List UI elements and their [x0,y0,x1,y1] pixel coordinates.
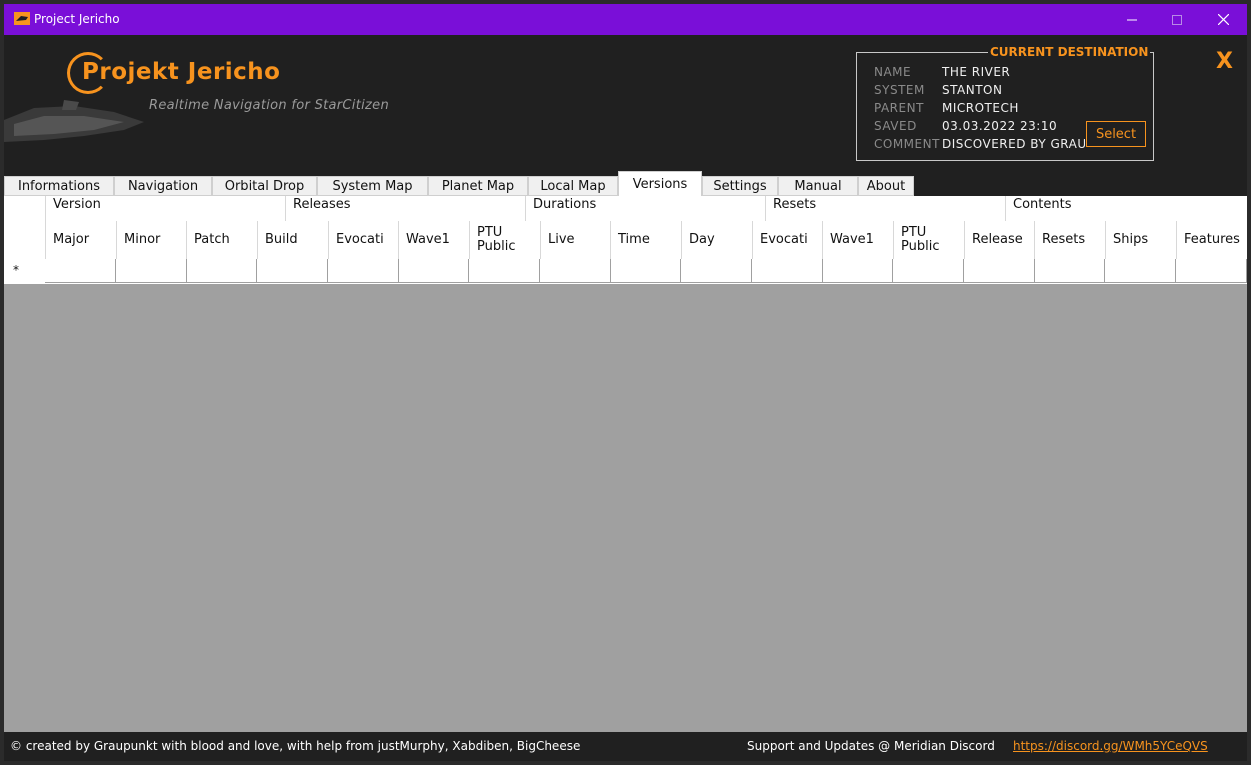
grid-cell[interactable] [610,259,681,283]
minimize-icon [1127,19,1137,20]
band-releases: Releases [285,196,525,221]
destination-fields: NAME THE RIVER SYSTEM STANTON PARENT MIC… [857,53,1085,160]
new-row-marker: * [4,259,44,284]
grid-cell[interactable] [540,259,611,283]
destination-value: 03.03.2022 23:10 [942,119,1058,133]
support-text: Support and Updates @ Meridian Discord [747,739,995,753]
column-header-build[interactable]: Build [257,221,328,259]
destination-value: MICROTECH [942,101,1019,115]
close-icon [1217,14,1229,25]
tab-manual[interactable]: Manual [778,176,858,196]
column-header-ptu-public-reset[interactable]: PTU Public [893,221,964,259]
tab-informations[interactable]: Informations [4,176,114,196]
grid-cell[interactable] [893,259,964,283]
column-header-major[interactable]: Major [45,221,116,259]
destination-value: STANTON [942,83,1003,97]
column-header-wave1-reset[interactable]: Wave1 [822,221,893,259]
column-header-live[interactable]: Live [540,221,611,259]
grid-cell[interactable] [1034,259,1105,283]
column-header-wave1[interactable]: Wave1 [398,221,469,259]
destination-key: COMMENT [874,137,940,151]
grid-cell[interactable] [328,259,399,283]
window-title: Project Jericho [34,12,120,26]
grid-cell[interactable] [681,259,752,283]
versions-panel: Version Releases Durations Resets Conten… [4,196,1247,732]
tab-local-map[interactable]: Local Map [528,176,618,196]
band-resets: Resets [765,196,1005,221]
grid-cell[interactable] [398,259,469,283]
credits-text: © created by Graupunkt with blood and lo… [10,739,581,753]
column-header-day[interactable]: Day [681,221,752,259]
grid-cell[interactable] [186,259,257,283]
column-header-patch[interactable]: Patch [186,221,257,259]
discord-link[interactable]: https://discord.gg/WMh5YCeQVS [1013,739,1208,753]
band-contents: Contents [1005,196,1247,221]
logo-title: Projekt Jericho [82,59,281,85]
grid-cell[interactable] [1105,259,1176,283]
close-window-button[interactable] [1200,4,1246,35]
logo-subtitle: Realtime Navigation for StarCitizen [149,98,389,113]
destination-value: THE RIVER [942,65,1011,79]
tab-planet-map[interactable]: Planet Map [428,176,528,196]
tab-system-map[interactable]: System Map [317,176,428,196]
title-bar[interactable]: Project Jericho [4,4,1247,35]
app-icon [14,12,30,25]
grid-cell[interactable] [1176,259,1247,283]
close-destination-button[interactable]: X [1216,49,1233,74]
minimize-button[interactable] [1109,4,1155,35]
select-destination-button[interactable]: Select [1086,121,1146,147]
column-header-minor[interactable]: Minor [116,221,187,259]
destination-key: PARENT [874,101,924,115]
grid-cell[interactable] [45,259,116,283]
tab-orbital-drop[interactable]: Orbital Drop [212,176,317,196]
maximize-icon [1172,14,1182,25]
grid-cell[interactable] [964,259,1035,283]
column-header-evocati[interactable]: Evocati [328,221,399,259]
tab-settings[interactable]: Settings [702,176,778,196]
destination-value: DISCOVERED BY GRAUPUNKT [942,137,1085,151]
maximize-button[interactable] [1154,4,1200,35]
grid-cell[interactable] [822,259,893,283]
destination-key: NAME [874,65,912,79]
band-version: Version [45,196,285,221]
grid-cell[interactable] [116,259,187,283]
destination-key: SAVED [874,119,917,133]
tab-versions[interactable]: Versions [618,171,702,196]
ship-logo-icon [4,100,144,142]
column-header-evocati-reset[interactable]: Evocati [752,221,823,259]
column-header-release[interactable]: Release [964,221,1035,259]
column-header-row: Major Minor Patch Build Evocati Wave1 PT… [4,221,1247,260]
app-header: Projekt Jericho Realtime Navigation for … [4,35,1247,172]
column-header-ptu-public[interactable]: PTU Public [469,221,540,259]
tab-bar: Informations Navigation Orbital Drop Sys… [4,171,1247,196]
grid-cell[interactable] [469,259,540,283]
column-header-time[interactable]: Time [610,221,681,259]
app-window: Project Jericho Projekt Jericho Realtime… [4,4,1247,761]
tab-about[interactable]: About [858,176,914,196]
tab-navigation[interactable]: Navigation [114,176,212,196]
grid-cell[interactable] [752,259,823,283]
grid-cell[interactable] [257,259,328,283]
new-row[interactable]: * [4,259,1247,284]
destination-key: SYSTEM [874,83,925,97]
column-header-ships[interactable]: Ships [1105,221,1176,259]
footer-bar: © created by Graupunkt with blood and lo… [4,732,1247,761]
column-header-resets[interactable]: Resets [1034,221,1105,259]
band-durations: Durations [525,196,765,221]
column-header-features[interactable]: Features [1176,221,1247,259]
current-destination-panel: CURRENT DESTINATION NAME THE RIVER SYSTE… [856,45,1154,161]
column-group-header: Version Releases Durations Resets Conten… [4,196,1247,222]
